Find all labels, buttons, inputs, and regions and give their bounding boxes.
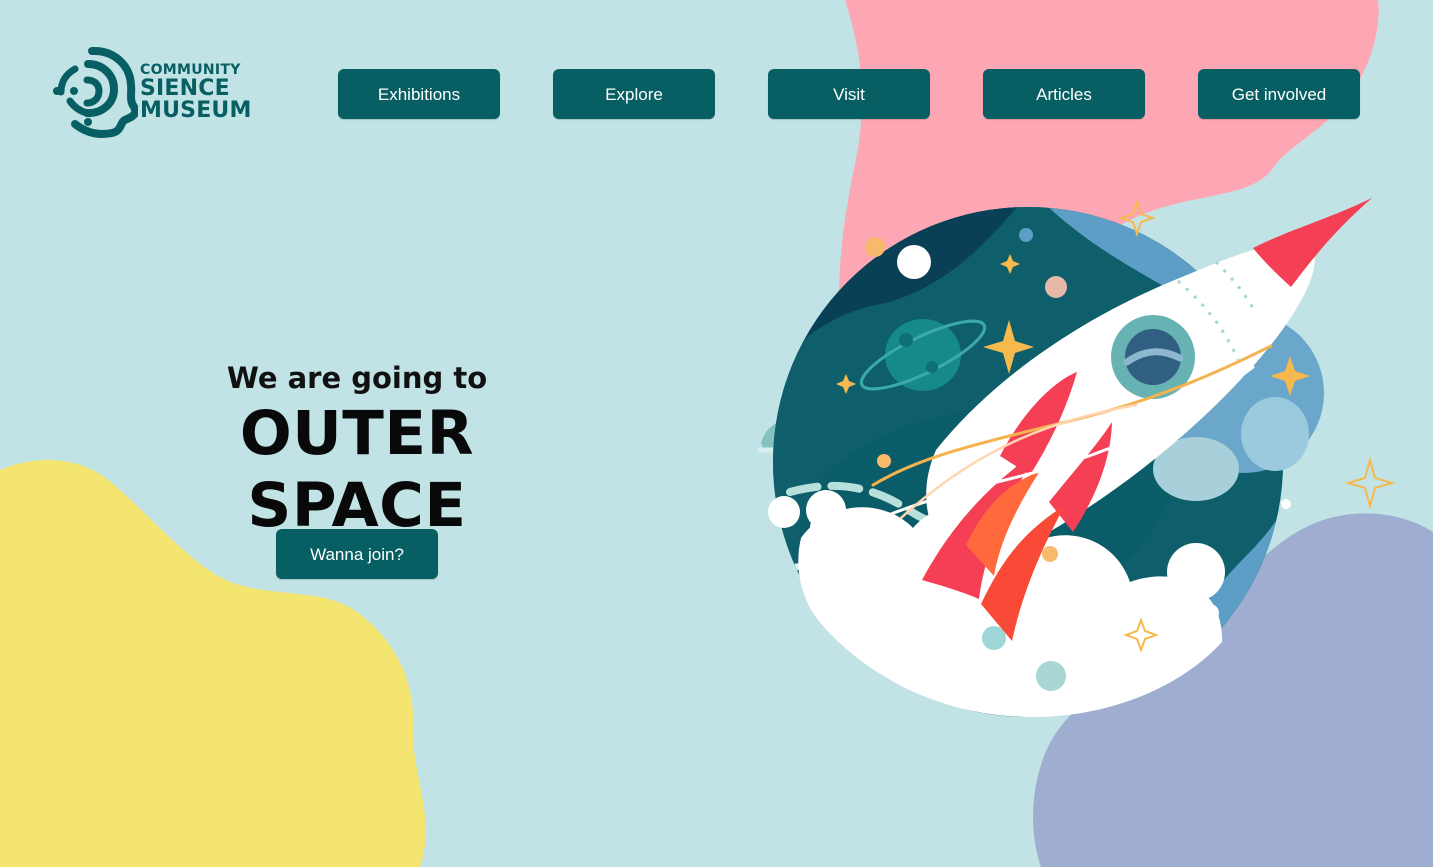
main-navigation: Exhibitions Explore Visit Articles Get i… — [338, 69, 1360, 119]
hero-title: OUTER SPACE — [239, 398, 475, 541]
wanna-join-button[interactable]: Wanna join? — [276, 529, 438, 579]
hero-section: We are going to OUTER SPACE Wanna join? — [142, 360, 572, 585]
hero-subtitle: We are going to — [226, 361, 488, 395]
brain-head-icon — [53, 47, 138, 138]
logo-wordmark: COMMUNITY SIENCE MUSEUM — [140, 63, 252, 122]
logo-line-community: COMMUNITY — [140, 61, 241, 78]
nav-get-involved-button[interactable]: Get involved — [1198, 69, 1360, 119]
nav-explore-button[interactable]: Explore — [553, 69, 715, 119]
nav-exhibitions-button[interactable]: Exhibitions — [338, 69, 500, 119]
nav-visit-button[interactable]: Visit — [768, 69, 930, 119]
space-rocket-illustration — [757, 198, 1396, 718]
nav-articles-button[interactable]: Articles — [983, 69, 1145, 119]
museum-logo[interactable]: COMMUNITY SIENCE MUSEUM — [52, 46, 257, 138]
logo-line-museum: MUSEUM — [140, 97, 252, 123]
logo-line-sience: SIENCE — [140, 75, 230, 101]
